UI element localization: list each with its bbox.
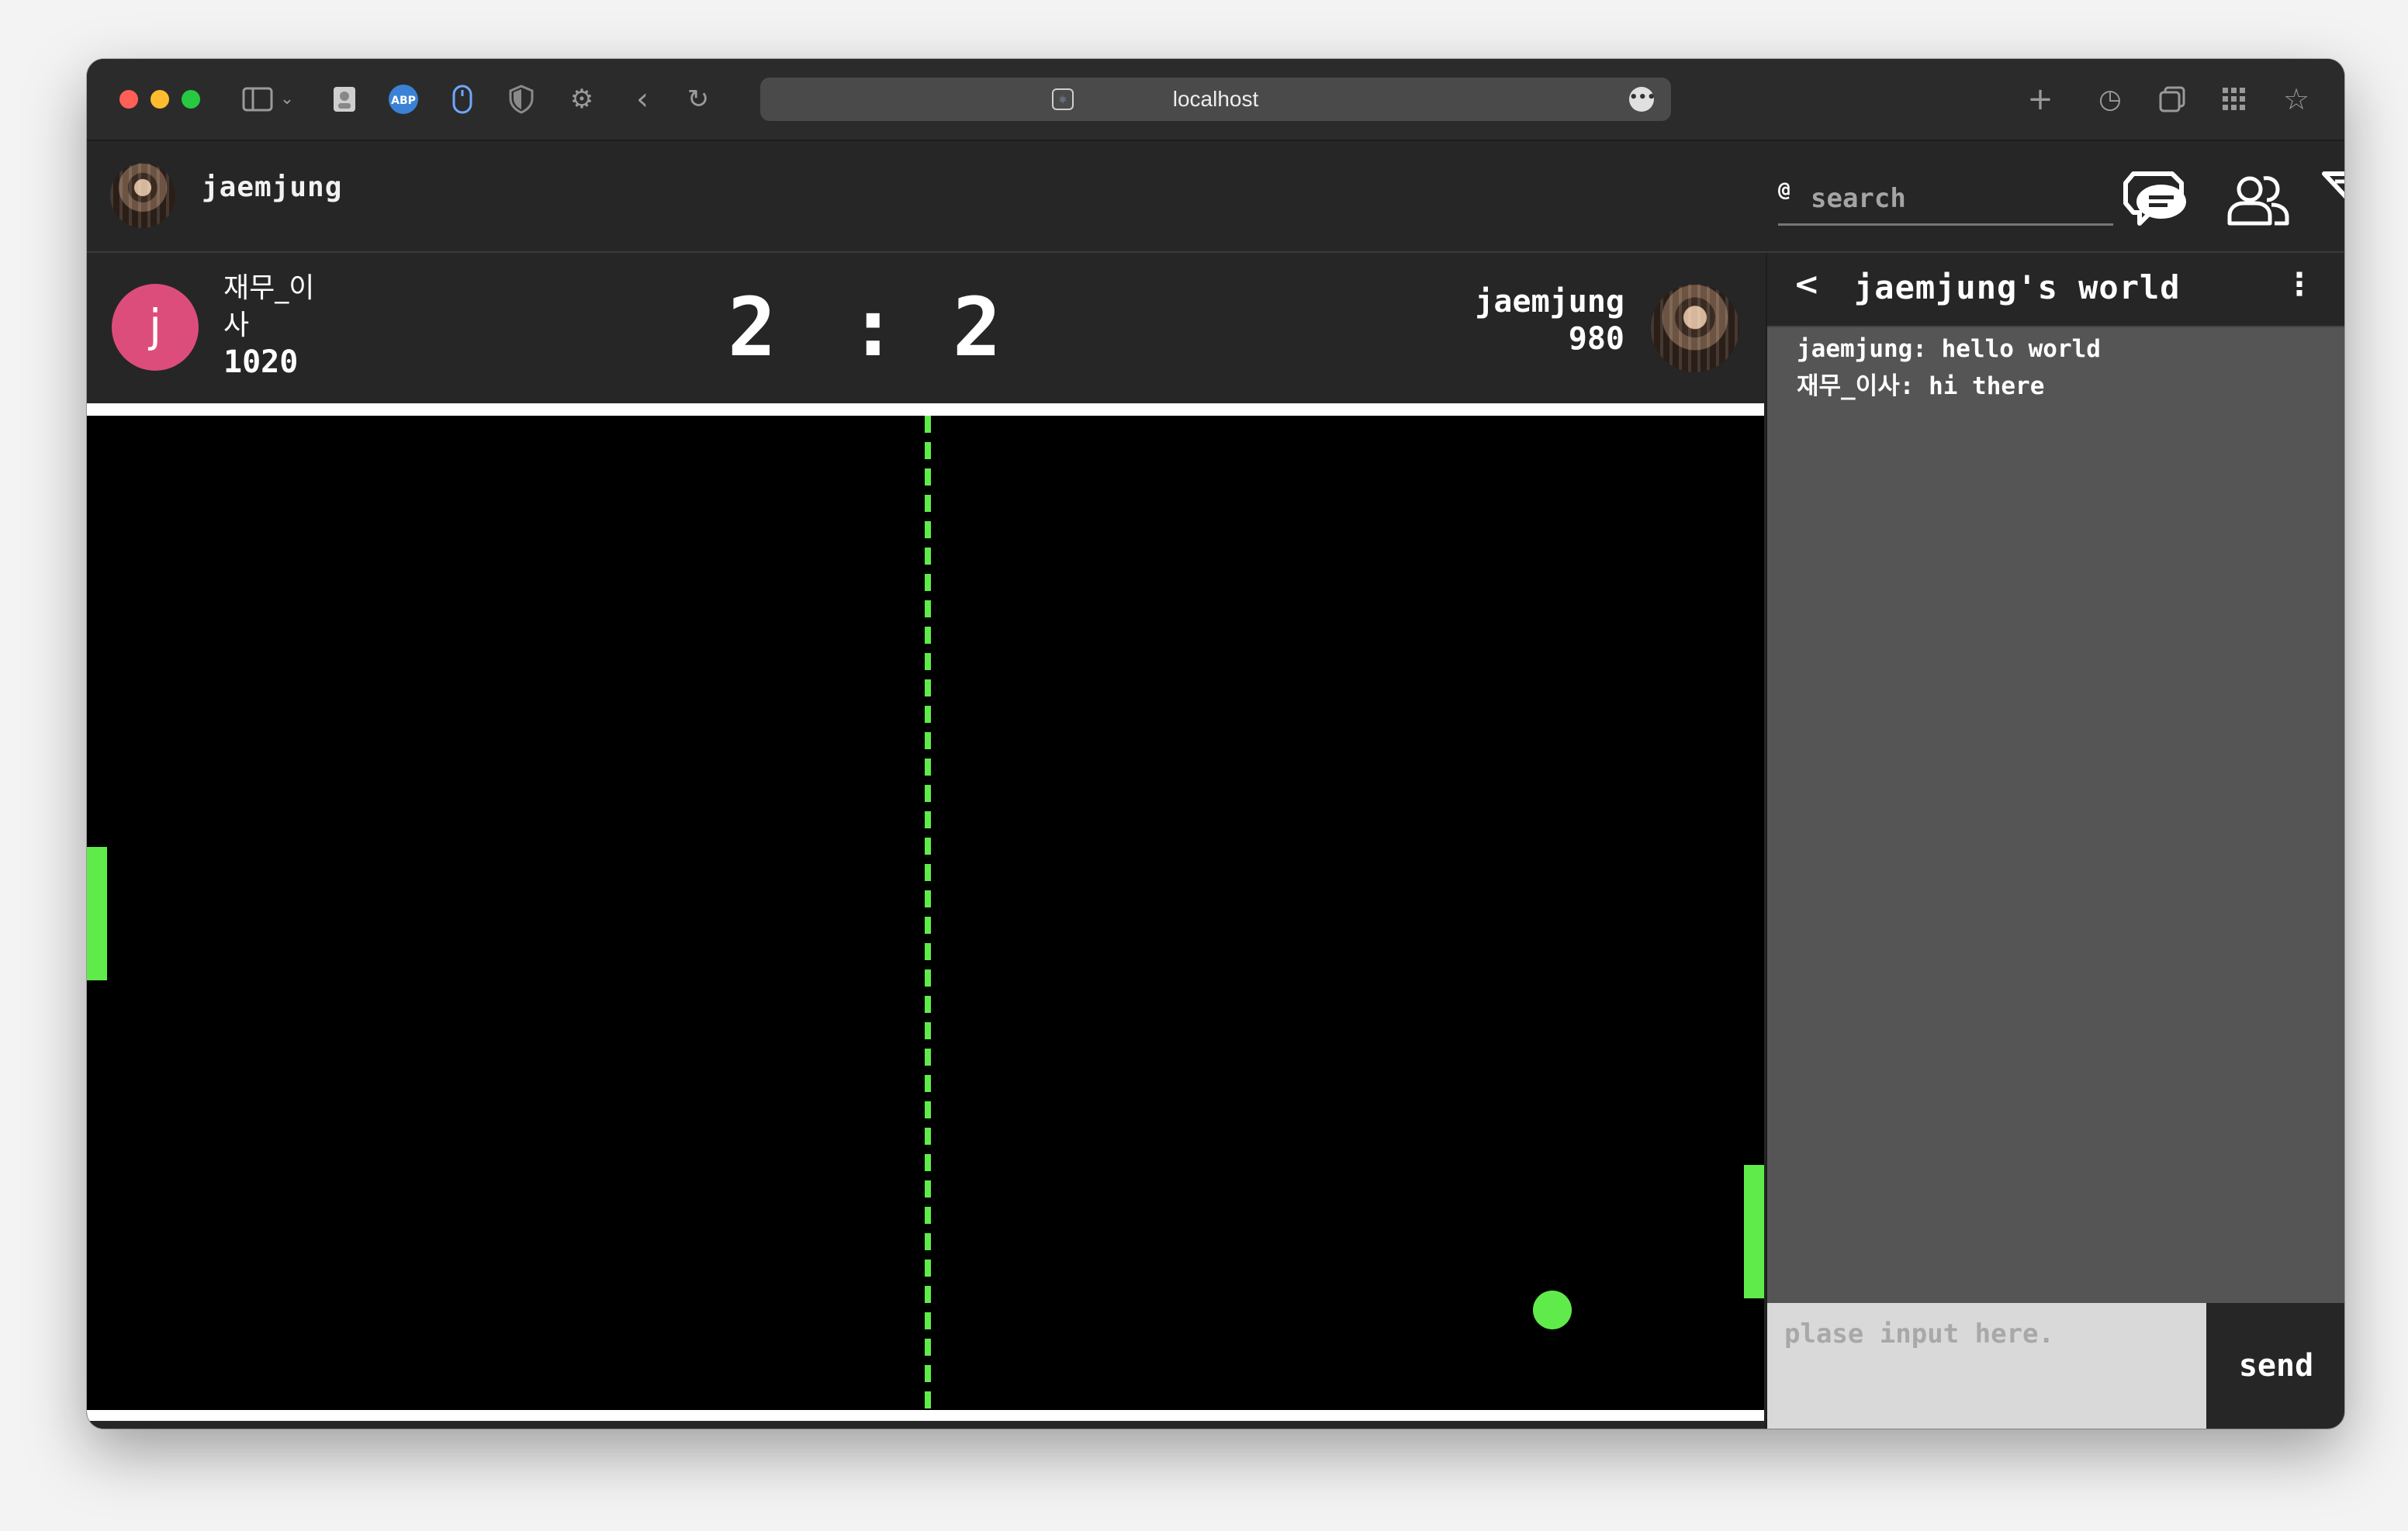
center-net xyxy=(925,416,931,1408)
svg-text:ABP: ABP xyxy=(391,95,416,107)
filter-funnel-icon[interactable] xyxy=(2321,168,2344,230)
page-menu-icon[interactable]: ••• xyxy=(1629,87,1656,112)
chat-message-input[interactable] xyxy=(1767,1303,2206,1429)
header-username: jaemjung xyxy=(202,171,343,203)
browser-window: ⌄ ABP ⚙ ‹ ↻ ⚛ localhost ••• + ◷ ☆ jaemju… xyxy=(87,59,2344,1429)
back-arrow-icon[interactable]: ‹ xyxy=(622,79,663,119)
game-panel: j 재무_이사 1020 2 : 2 jaemjung 980 xyxy=(87,253,1764,1429)
right-player-rating: 980 xyxy=(1568,321,1624,357)
chat-bubble-icon[interactable] xyxy=(2123,168,2192,230)
bookmark-star-icon[interactable]: ☆ xyxy=(2276,79,2316,119)
left-player-name: 재무_이사 xyxy=(223,272,315,341)
right-paddle[interactable] xyxy=(1744,1165,1764,1298)
search-box: @ xyxy=(1778,174,2113,226)
privacy-shield-icon[interactable] xyxy=(501,79,541,119)
new-tab-plus-icon[interactable]: + xyxy=(2020,79,2060,119)
pong-ball xyxy=(1533,1291,1572,1329)
chat-room-title: jaemjung's world xyxy=(1854,268,2181,306)
apps-grid-icon[interactable] xyxy=(2214,79,2254,119)
browser-toolbar: ⌄ ABP ⚙ ‹ ↻ ⚛ localhost ••• + ◷ ☆ xyxy=(87,59,2344,141)
right-score: 2 xyxy=(953,280,1002,375)
right-player-name: jaemjung xyxy=(1475,284,1624,320)
history-clock-icon[interactable]: ◷ xyxy=(2090,79,2130,119)
chat-panel: < jaemjung's world ⋮ jaemjung: hello wor… xyxy=(1766,253,2344,1429)
score-separator: : xyxy=(849,280,898,375)
chat-composer: send xyxy=(1767,1303,2344,1429)
left-score: 2 xyxy=(728,280,777,375)
chevron-down-icon[interactable]: ⌄ xyxy=(276,79,298,119)
sidebar-toggle-icon[interactable] xyxy=(237,79,278,119)
mouse-extension-icon[interactable] xyxy=(442,79,483,119)
pong-court[interactable] xyxy=(87,403,1764,1421)
chat-message: jaemjung: hello world xyxy=(1797,335,2101,363)
settings-gear-icon[interactable]: ⚙ xyxy=(562,79,602,119)
friends-icon[interactable] xyxy=(2223,168,2293,230)
url-text: localhost xyxy=(1172,87,1259,111)
more-vertical-icon[interactable]: ⋮ xyxy=(2284,267,2315,302)
adblock-icon[interactable]: ABP xyxy=(383,79,424,119)
left-player-rating: 1020 xyxy=(223,344,299,380)
send-button[interactable]: send xyxy=(2206,1303,2344,1429)
user-avatar[interactable] xyxy=(110,163,175,228)
chat-message-list: jaemjung: hello world 재무_이사: hi there xyxy=(1797,330,2330,405)
zoom-window-button[interactable] xyxy=(182,90,200,109)
minimize-window-button[interactable] xyxy=(150,90,169,109)
chat-message: 재무_이사: hi there xyxy=(1797,372,2045,400)
chat-header: < jaemjung's world ⋮ xyxy=(1767,253,2344,327)
close-window-button[interactable] xyxy=(119,90,138,109)
right-player-avatar[interactable] xyxy=(1651,284,1739,372)
left-paddle[interactable] xyxy=(87,847,107,980)
address-bar[interactable]: ⚛ localhost ••• xyxy=(760,78,1671,121)
at-sign-icon: @ xyxy=(1778,178,1790,202)
search-input[interactable] xyxy=(1809,178,2107,219)
scoreboard: j 재무_이사 1020 2 : 2 jaemjung 980 xyxy=(87,253,1764,403)
left-player-avatar[interactable]: j xyxy=(112,284,199,371)
reload-icon[interactable]: ↻ xyxy=(678,79,718,119)
extension-contacts-icon[interactable] xyxy=(324,79,365,119)
tab-overview-icon[interactable] xyxy=(2152,79,2192,119)
app-header: jaemjung @ xyxy=(87,141,2344,253)
chevron-left-icon[interactable]: < xyxy=(1794,267,1820,302)
